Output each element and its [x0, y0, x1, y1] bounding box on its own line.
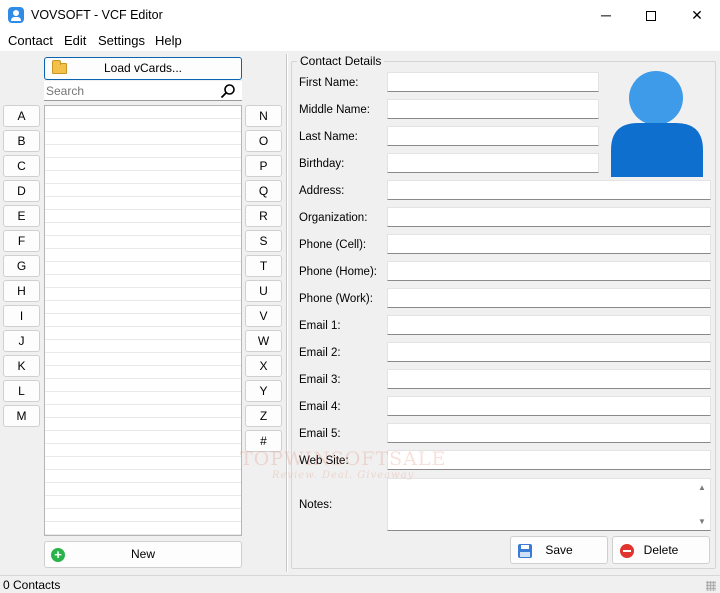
- menu-settings[interactable]: Settings: [98, 33, 145, 48]
- load-vcards-button[interactable]: Load vCards...: [44, 57, 242, 80]
- letter-filter-hash[interactable]: #: [245, 430, 282, 452]
- status-bar: 0 Contacts: [0, 575, 720, 593]
- email-3-label: Email 3:: [299, 374, 341, 386]
- letter-filter-v[interactable]: V: [245, 305, 282, 327]
- letter-filter-f[interactable]: F: [3, 230, 40, 252]
- menu-edit[interactable]: Edit: [64, 33, 86, 48]
- letter-filter-d[interactable]: D: [3, 180, 40, 202]
- email-4-label: Email 4:: [299, 401, 341, 413]
- new-contact-button[interactable]: + New: [44, 541, 242, 568]
- save-label: Save: [545, 543, 573, 557]
- save-button[interactable]: Save: [510, 536, 608, 564]
- letter-filter-y[interactable]: Y: [245, 380, 282, 402]
- load-vcards-label: Load vCards...: [103, 61, 183, 75]
- address-field[interactable]: [387, 180, 711, 200]
- minus-circle-icon: [620, 544, 634, 558]
- letter-filter-t[interactable]: T: [245, 255, 282, 277]
- phone-work-field[interactable]: [387, 288, 711, 308]
- new-contact-label: New: [130, 547, 155, 561]
- letter-filter-j[interactable]: J: [3, 330, 40, 352]
- title-bar: VOVSOFT - VCF Editor ─ ✕: [0, 0, 720, 31]
- letter-filter-z[interactable]: Z: [245, 405, 282, 427]
- letter-filter-w[interactable]: W: [245, 330, 282, 352]
- email-5-label: Email 5:: [299, 428, 341, 440]
- phone-cell-field[interactable]: [387, 234, 711, 254]
- birthday-label: Birthday:: [299, 158, 345, 170]
- phone-home-label: Phone (Home):: [299, 266, 377, 278]
- middle-name-label: Middle Name:: [299, 104, 370, 116]
- scroll-down-icon[interactable]: ▼: [697, 517, 707, 527]
- letter-filter-h[interactable]: H: [3, 280, 40, 302]
- phone-home-field[interactable]: [387, 261, 711, 281]
- contact-list[interactable]: [44, 105, 242, 536]
- letter-filter-u[interactable]: U: [245, 280, 282, 302]
- address-label: Address:: [299, 185, 345, 197]
- letter-filter-o[interactable]: O: [245, 130, 282, 152]
- letter-filter-b[interactable]: B: [3, 130, 40, 152]
- close-button[interactable]: ✕: [674, 0, 720, 31]
- phone-work-label: Phone (Work):: [299, 293, 373, 305]
- resize-grip-icon[interactable]: [706, 581, 716, 591]
- delete-label: Delete: [643, 543, 679, 557]
- plus-circle-icon: +: [51, 548, 65, 562]
- search-icon[interactable]: [220, 83, 236, 99]
- email-2-label: Email 2:: [299, 347, 341, 359]
- letter-filter-p[interactable]: P: [245, 155, 282, 177]
- letter-filter-i[interactable]: I: [3, 305, 40, 327]
- first-name-label: First Name:: [299, 77, 359, 89]
- person-silhouette-icon: [611, 71, 703, 177]
- phone-cell-label: Phone (Cell):: [299, 239, 367, 251]
- menu-contact[interactable]: Contact: [8, 33, 53, 48]
- notes-field[interactable]: [387, 478, 711, 531]
- email-4-field[interactable]: [387, 396, 711, 416]
- menu-help[interactable]: Help: [155, 33, 182, 48]
- organization-field[interactable]: [387, 207, 711, 227]
- contact-count: 0 Contacts: [3, 578, 61, 592]
- letter-filter-e[interactable]: E: [3, 205, 40, 227]
- app-icon: [8, 7, 24, 23]
- minimize-button[interactable]: ─: [583, 0, 629, 31]
- folder-open-icon: [52, 60, 67, 74]
- last-name-field[interactable]: [387, 126, 599, 146]
- maximize-icon: [646, 11, 656, 22]
- email-1-label: Email 1:: [299, 320, 341, 332]
- search-input[interactable]: [46, 82, 216, 99]
- email-5-field[interactable]: [387, 423, 711, 443]
- letter-filter-l[interactable]: L: [3, 380, 40, 402]
- menu-bar: Contact Edit Settings Help: [0, 31, 720, 51]
- maximize-button[interactable]: [628, 0, 674, 31]
- scroll-up-icon[interactable]: ▲: [697, 483, 707, 493]
- middle-name-field[interactable]: [387, 99, 599, 119]
- web-site-field[interactable]: [387, 450, 711, 470]
- notes-label: Notes:: [299, 499, 333, 511]
- letter-filter-s[interactable]: S: [245, 230, 282, 252]
- contact-details-title: Contact Details: [297, 54, 385, 68]
- delete-button[interactable]: Delete: [612, 536, 710, 564]
- letter-filter-c[interactable]: C: [3, 155, 40, 177]
- letter-filter-r[interactable]: R: [245, 205, 282, 227]
- first-name-field[interactable]: [387, 72, 599, 92]
- letter-filter-x[interactable]: X: [245, 355, 282, 377]
- letter-filter-m[interactable]: M: [3, 405, 40, 427]
- letter-filter-a[interactable]: A: [3, 105, 40, 127]
- email-1-field[interactable]: [387, 315, 711, 335]
- letter-filter-n[interactable]: N: [245, 105, 282, 127]
- email-3-field[interactable]: [387, 369, 711, 389]
- letter-filter-q[interactable]: Q: [245, 180, 282, 202]
- email-2-field[interactable]: [387, 342, 711, 362]
- floppy-disk-icon: [518, 544, 532, 558]
- last-name-label: Last Name:: [299, 131, 358, 143]
- organization-label: Organization:: [299, 212, 368, 224]
- panel-splitter[interactable]: [286, 54, 288, 572]
- search-box: [44, 81, 242, 101]
- letter-filter-k[interactable]: K: [3, 355, 40, 377]
- web-site-label: Web Site:: [299, 455, 349, 467]
- letter-filter-g[interactable]: G: [3, 255, 40, 277]
- window-title: VOVSOFT - VCF Editor: [31, 8, 163, 22]
- birthday-field[interactable]: [387, 153, 599, 173]
